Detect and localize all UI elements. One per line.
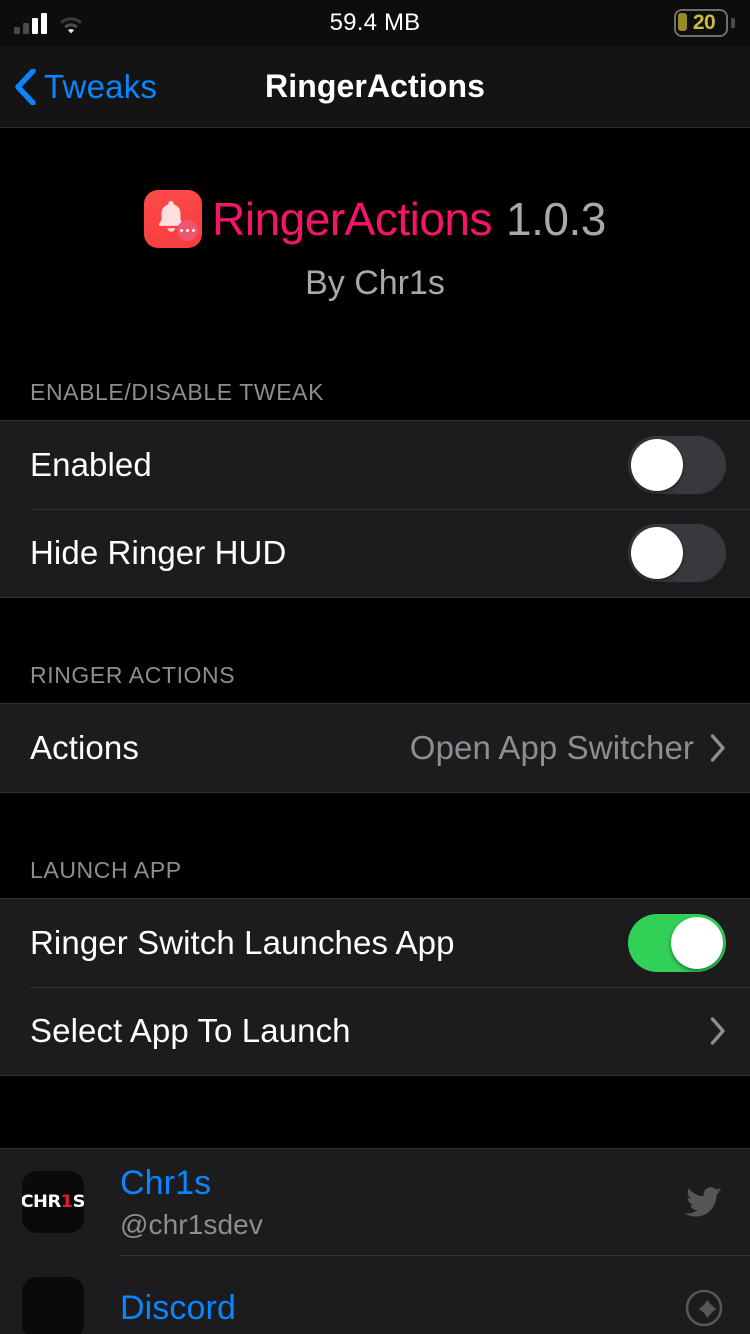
credit-handle: @chr1sdev [120, 1208, 263, 1240]
row-label-select-app-to-launch: Select App To Launch [30, 1012, 351, 1049]
tweak-name: RingerActions [212, 193, 493, 245]
row-hide-ringer-hud[interactable]: Hide Ringer HUD [0, 509, 750, 597]
section-header-ringer-actions: RINGER ACTIONS [30, 662, 236, 688]
avatar-label: CHR1S [22, 1192, 84, 1212]
section-ringer-actions: Actions Open App Switcher [0, 703, 750, 793]
credit-row-discord[interactable]: Discord [0, 1255, 750, 1334]
tweak-author: By Chr1s [305, 264, 445, 302]
chevron-right-icon [710, 734, 726, 762]
tweak-header: RingerActions 1.0.3 By Chr1s [0, 128, 750, 303]
section-enable-disable: Enabled Hide Ringer HUD [0, 420, 750, 598]
chevron-right-icon [710, 1017, 726, 1045]
section-launch-app: Ringer Switch Launches App Select App To… [0, 898, 750, 1076]
page-title: RingerActions [265, 68, 485, 104]
tweak-title-row: RingerActions 1.0.3 [0, 190, 750, 248]
status-bar-right: 20 [674, 0, 735, 46]
avatar-placeholder [22, 1277, 84, 1334]
toggle-knob [671, 917, 723, 969]
app-screen: 59.4 MB 20 Tweaks RingerActions RingerAc… [0, 0, 750, 1334]
row-label-enabled: Enabled [30, 446, 152, 483]
row-label-hide-ringer-hud: Hide Ringer HUD [30, 534, 287, 571]
ringeractions-app-icon [144, 190, 203, 248]
avatar-label-a: CHR [22, 1192, 62, 1212]
avatar-label-b: 1 [60, 1192, 73, 1212]
row-enabled[interactable]: Enabled [0, 421, 750, 509]
row-actions[interactable]: Actions Open App Switcher [0, 704, 750, 792]
row-value-actions: Open App Switcher [409, 729, 694, 766]
row-label-ringer-switch-launches-app: Ringer Switch Launches App [30, 924, 455, 961]
section-credits: CHR1S Chr1s @chr1sdev Discord [0, 1148, 750, 1334]
toggle-ringer-switch-launches-app[interactable] [628, 914, 726, 972]
section-gap [0, 1076, 750, 1148]
message-badge-icon [177, 220, 199, 241]
toggle-knob [631, 439, 683, 491]
section-header-launch-app: LAUNCH APP [30, 857, 182, 883]
discord-icon [682, 1286, 726, 1330]
battery-level-label: 20 [692, 11, 716, 34]
avatar: CHR1S [22, 1171, 84, 1233]
credit-name: Chr1s [120, 1163, 212, 1202]
data-usage-indicator: 59.4 MB [329, 9, 421, 36]
credit-texts: Chr1s @chr1sdev [120, 1164, 682, 1241]
navigation-bar: Tweaks RingerActions [0, 46, 750, 128]
tweak-version: 1.0.3 [506, 193, 606, 245]
toggle-enabled[interactable] [628, 436, 726, 494]
twitter-bird-icon [682, 1180, 726, 1224]
status-bar: 59.4 MB 20 [0, 0, 750, 46]
battery-icon: 20 [674, 9, 735, 37]
credit-name: Discord [120, 1288, 236, 1327]
toggle-knob [631, 527, 683, 579]
credit-row-chr1s[interactable]: CHR1S Chr1s @chr1sdev [0, 1149, 750, 1255]
row-ringer-switch-launches-app[interactable]: Ringer Switch Launches App [0, 899, 750, 987]
row-label-actions: Actions [30, 729, 139, 766]
credit-texts: Discord [120, 1289, 682, 1328]
section-header-enable-disable: ENABLE/DISABLE TWEAK [30, 379, 325, 405]
row-select-app-to-launch[interactable]: Select App To Launch [0, 987, 750, 1075]
toggle-hide-ringer-hud[interactable] [628, 524, 726, 582]
avatar-label-c: S [72, 1192, 84, 1212]
